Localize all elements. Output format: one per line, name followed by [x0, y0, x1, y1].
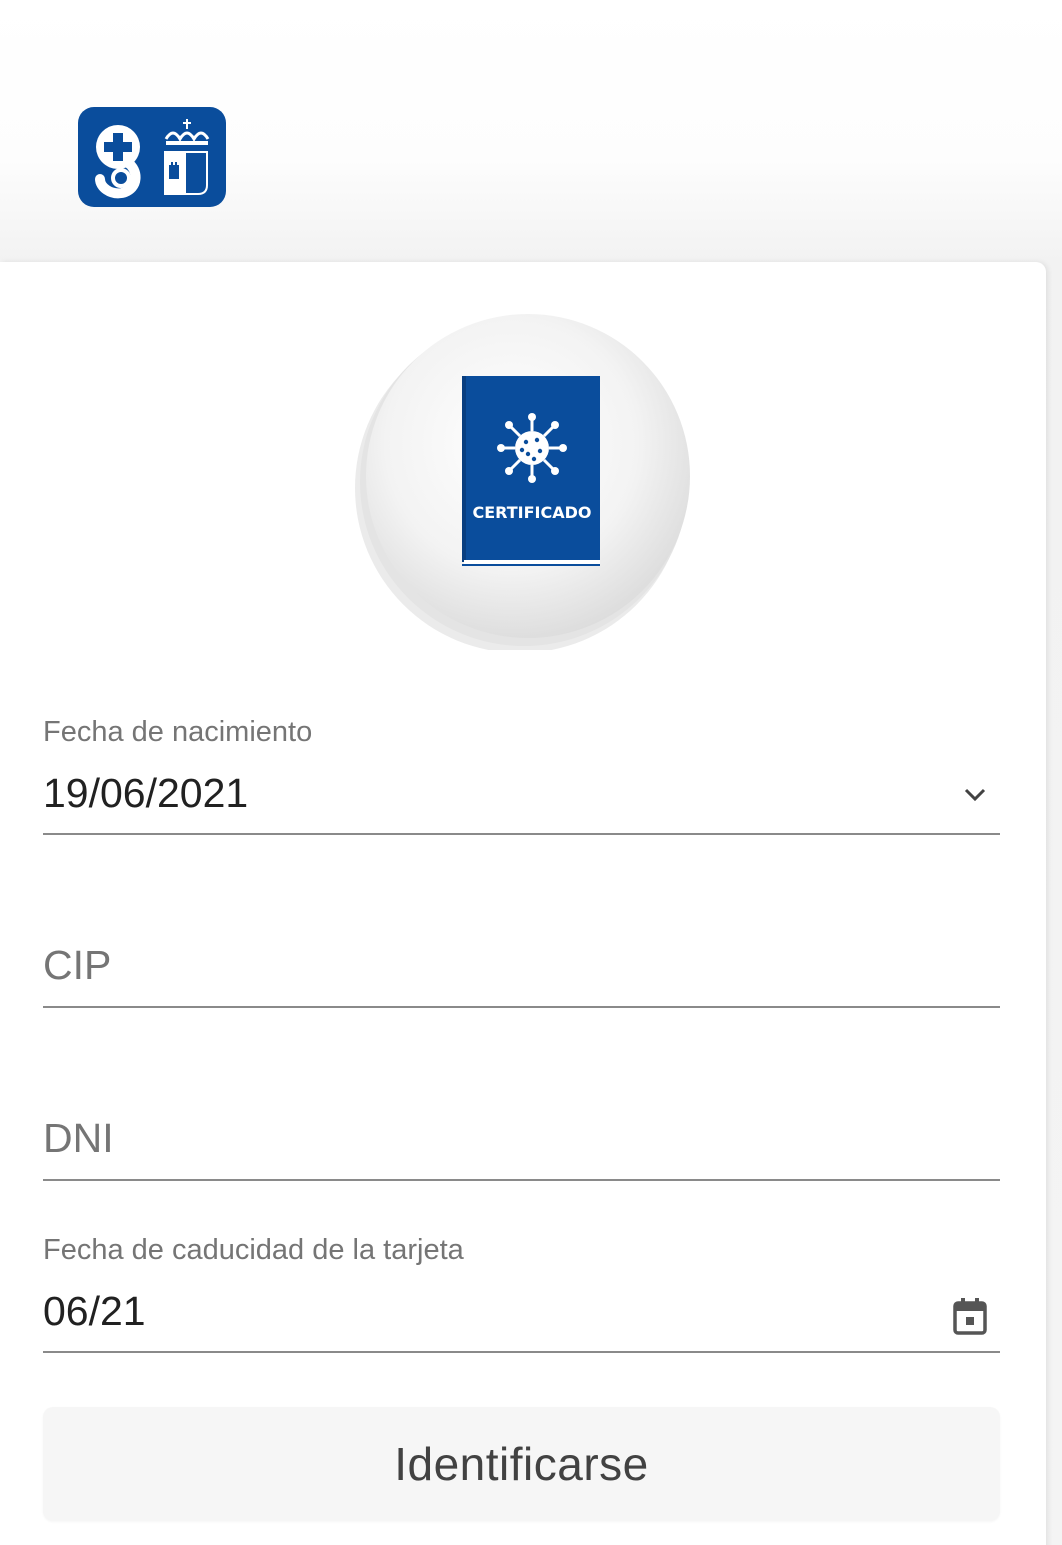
- card-expiry-label: Fecha de caducidad de la tarjeta: [43, 1234, 464, 1266]
- calendar-icon[interactable]: [952, 1296, 988, 1341]
- login-page: CERTIFICADO Fecha de nacimiento 19/06/20…: [0, 0, 1062, 1545]
- card-expiry-underline: [43, 1351, 1000, 1353]
- card-expiry-value: 06/21: [43, 1288, 146, 1334]
- sescam-logo-icon: [78, 107, 226, 207]
- cip-placeholder: CIP: [43, 942, 112, 988]
- dni-placeholder: DNI: [43, 1115, 114, 1161]
- app-header: [0, 0, 1062, 262]
- cip-underline: [43, 1006, 1000, 1008]
- birth-date-select[interactable]: Fecha de nacimiento 19/06/2021: [43, 712, 1000, 838]
- birth-date-label: Fecha de nacimiento: [43, 716, 313, 748]
- dni-underline: [43, 1179, 1000, 1181]
- certificate-badge: CERTIFICADO: [352, 310, 692, 653]
- birth-date-value: 19/06/2021: [43, 770, 249, 816]
- certificate-book-icon: CERTIFICADO: [355, 314, 690, 653]
- chevron-down-icon[interactable]: [962, 786, 988, 809]
- certificate-text: CERTIFICADO: [472, 503, 591, 522]
- card-expiry-input[interactable]: Fecha de caducidad de la tarjeta 06/21: [43, 1230, 1000, 1356]
- cip-input[interactable]: CIP: [43, 940, 1000, 1012]
- identify-button[interactable]: Identificarse: [43, 1407, 1000, 1521]
- dni-input[interactable]: DNI: [43, 1113, 1000, 1185]
- birth-date-underline: [43, 833, 1000, 835]
